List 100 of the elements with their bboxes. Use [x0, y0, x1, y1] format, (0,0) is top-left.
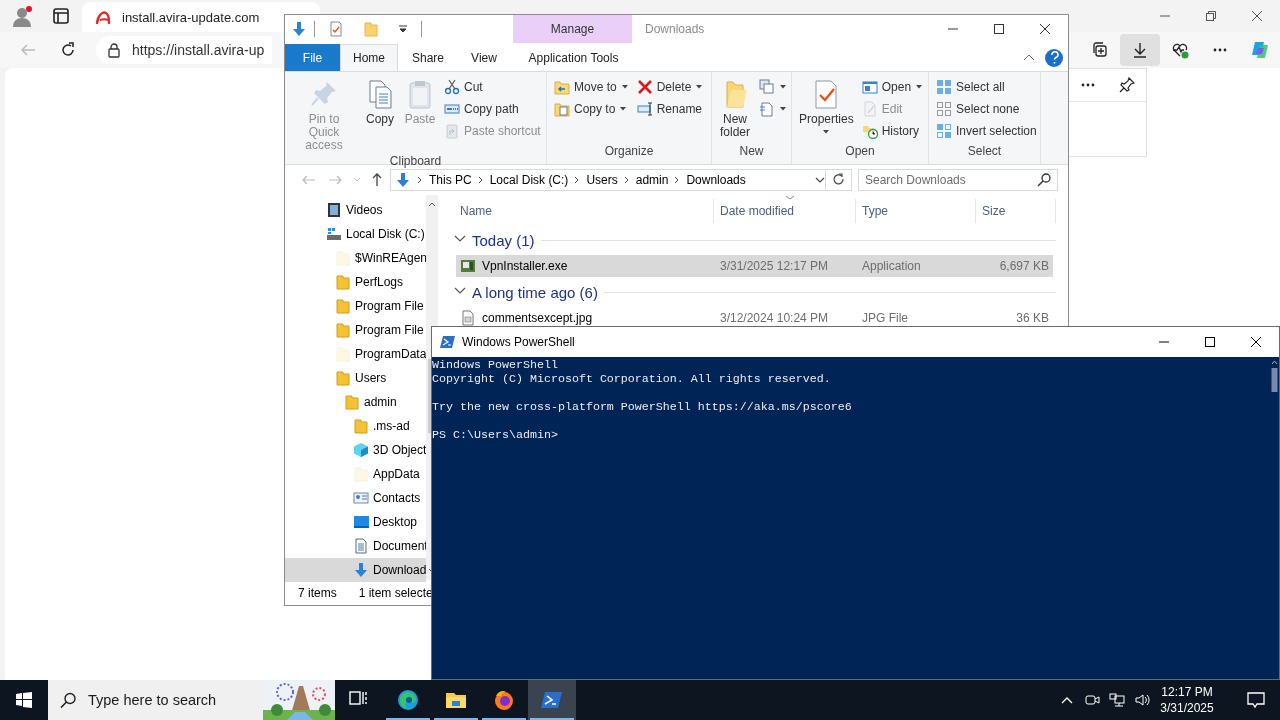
- refresh-button[interactable]: [826, 169, 852, 191]
- dropdown-icon: [398, 25, 408, 33]
- chevron-icon: [574, 176, 581, 184]
- tree-item[interactable]: Users: [285, 366, 426, 390]
- maximize-icon: [1205, 337, 1215, 347]
- ribbon-button[interactable]: Invert selection: [933, 120, 1040, 142]
- address-bar[interactable]: This PC Local Disk (C:) Users admin Downloads: [390, 169, 826, 191]
- drive-icon: [326, 226, 342, 242]
- column-header[interactable]: Type: [856, 199, 976, 223]
- notification-icon: [1247, 691, 1265, 709]
- help-button[interactable]: [1045, 48, 1063, 67]
- group-header[interactable]: A long time ago (6): [472, 283, 598, 301]
- fox-browser-icon: [492, 688, 516, 712]
- edit-icon: [861, 101, 878, 117]
- caret-icon: [779, 84, 787, 90]
- breadcrumb-item[interactable]: This PC: [429, 173, 472, 187]
- ribbon-button[interactable]: Select none: [933, 98, 1040, 120]
- ribbon-button[interactable]: Copy to: [551, 98, 632, 120]
- file-menu-tab[interactable]: File: [285, 44, 340, 71]
- chevron-icon: [417, 176, 423, 184]
- tree-item[interactable]: .ms-ad: [285, 414, 426, 438]
- camera-icon: [1083, 692, 1100, 708]
- address-field[interactable]: https://install.avira-up: [96, 36, 272, 64]
- column-header[interactable]: Size: [976, 199, 1056, 223]
- download-icon: [1131, 41, 1149, 59]
- copilot-icon: [1249, 39, 1271, 61]
- scissors-icon: [444, 79, 460, 95]
- scrollbar[interactable]: [1270, 359, 1279, 393]
- invert-selection-icon: [936, 123, 952, 139]
- ribbon-tab[interactable]: Home: [340, 44, 398, 71]
- tree-item[interactable]: 3D Object: [285, 438, 426, 462]
- tree-item[interactable]: Desktop: [285, 510, 426, 534]
- browser-tab[interactable]: install.avira-update.com: [82, 2, 320, 32]
- shortcut-icon: [444, 123, 460, 139]
- console-line: Copyright (C) Microsoft Corporation. All rights reserved.: [432, 372, 831, 386]
- heart-pulse-icon: [1171, 41, 1189, 59]
- tree-item[interactable]: $WinREAgen: [285, 246, 426, 270]
- tree-item[interactable]: Videos: [285, 198, 426, 222]
- breadcrumb-item[interactable]: Users: [586, 173, 618, 187]
- chevron-icon: [477, 176, 484, 184]
- tree-item[interactable]: admin: [285, 390, 426, 414]
- restore-icon: [1206, 11, 1216, 21]
- ribbon-button[interactable]: History: [858, 120, 927, 142]
- column-header[interactable]: Date modified: [714, 199, 856, 223]
- group-header[interactable]: Today (1): [472, 231, 535, 249]
- folder-move-icon: [554, 79, 570, 95]
- ribbon-tab[interactable]: Share: [398, 44, 458, 71]
- dropdown-icon[interactable]: [815, 177, 825, 183]
- search-field[interactable]: Search Downloads: [858, 169, 1058, 191]
- ribbon-button[interactable]: Copy: [361, 76, 399, 128]
- collapse-ribbon-icon[interactable]: [1023, 53, 1035, 62]
- back-arrow-icon: [20, 42, 36, 58]
- table-cell: 6,697 KB: [999, 259, 1049, 273]
- column-header[interactable]: Name: [454, 199, 714, 223]
- caret-icon: [779, 106, 787, 112]
- path-icon: [444, 101, 460, 117]
- network-icon: [1108, 692, 1125, 708]
- tree-item[interactable]: Program File: [285, 318, 426, 342]
- table-cell: 3/31/2025 12:17 PM: [720, 259, 829, 273]
- download-icon: [291, 21, 307, 37]
- pin-icon[interactable]: [1118, 77, 1135, 93]
- tree-item[interactable]: Download: [285, 558, 426, 582]
- ribbon-tab[interactable]: View: [458, 44, 510, 71]
- table-cell: 36 KB: [1016, 311, 1049, 325]
- delete-icon: [636, 79, 653, 95]
- tree-item[interactable]: Program File: [285, 294, 426, 318]
- file-row[interactable]: commentsexcept.jpg 3/12/2024 10:24 PM JPG File 36 KB: [456, 307, 1053, 329]
- search-icon: [1037, 173, 1051, 187]
- profile-avatar-icon: [11, 5, 33, 27]
- breadcrumb-item[interactable]: Downloads: [686, 173, 746, 187]
- tree-item[interactable]: Contacts: [285, 486, 426, 510]
- tree-item[interactable]: ProgramData: [285, 342, 426, 366]
- ribbon-button[interactable]: Move to: [551, 76, 632, 98]
- caret-icon: [619, 106, 628, 112]
- downloads-button[interactable]: [1120, 34, 1160, 66]
- ribbon-button[interactable]: Properties: [796, 76, 857, 137]
- history-icon: [861, 123, 878, 139]
- help-icon: [1048, 51, 1060, 64]
- search-field[interactable]: Type here to search: [48, 680, 335, 720]
- file-row[interactable]: VpnInstaller.exe 3/31/2025 12:17 PM Application 6,697 KB: [456, 255, 1053, 277]
- ribbon-button[interactable]: New folder: [716, 76, 754, 141]
- tree-item[interactable]: Local Disk (C:): [285, 222, 426, 246]
- ribbon-button[interactable]: Rename: [633, 98, 707, 120]
- chevron-icon: [623, 176, 630, 184]
- group-label: Select: [967, 144, 1002, 158]
- ribbon-tab[interactable]: Application Tools: [514, 44, 633, 71]
- ribbon-button[interactable]: Cut: [441, 76, 544, 98]
- easy-access-icon: [759, 101, 775, 117]
- ribbon-button[interactable]: Open: [858, 76, 927, 98]
- ribbon-button[interactable]: Copy path: [441, 98, 544, 120]
- console-line: Try the new cross-platform PowerShell https://aka.ms/pscore6: [432, 400, 852, 414]
- ribbon-button[interactable]: Select all: [933, 76, 1040, 98]
- breadcrumb-item[interactable]: Local Disk (C:): [489, 173, 569, 187]
- ribbon-button[interactable]: Delete: [633, 76, 707, 98]
- tree-item[interactable]: PerfLogs: [285, 270, 426, 294]
- clock[interactable]: 12:17 PM 3/31/2025: [1154, 680, 1220, 720]
- tree-item[interactable]: Document: [285, 534, 426, 558]
- breadcrumb-item[interactable]: admin: [635, 173, 669, 187]
- tree-item[interactable]: AppData: [285, 462, 426, 486]
- refresh-icon: [832, 173, 846, 187]
